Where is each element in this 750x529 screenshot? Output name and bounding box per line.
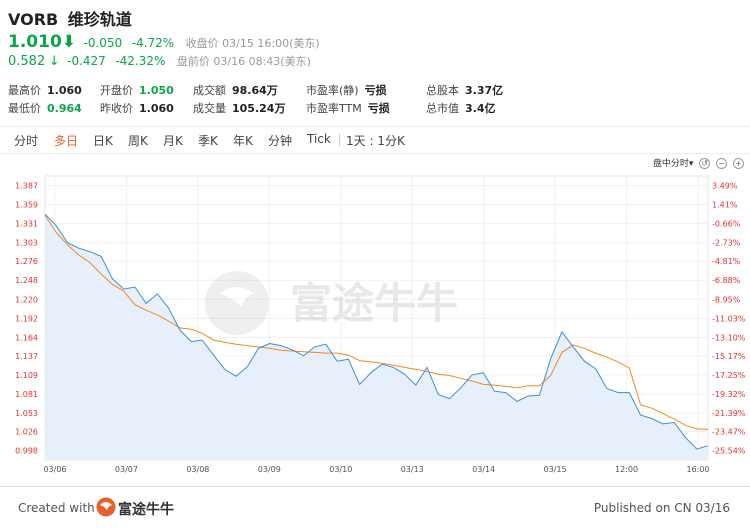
y-pct-tick-label: -21.39% — [712, 409, 746, 418]
x-axis: 03/06 03/07 03/08 03/09 03/10 03/13 03/14 03/15… — [43, 465, 709, 474]
y-tick-label: 1.220 — [15, 295, 38, 304]
x-tick-label: 03/13 — [401, 465, 424, 474]
y-pct-tick-label: -11.03% — [712, 314, 746, 323]
y-axis-right: 3.49% 1.41% -0.66% -2.73% -4.81% -6.88% -8.95%… — [712, 182, 746, 456]
y-pct-tick-label: -6.88% — [712, 276, 741, 285]
tab-weekly-k[interactable]: 周K — [128, 132, 148, 149]
stat-high: 最高价 1.060 — [8, 84, 82, 97]
stat-total-shares: 总股本 3.37亿 — [426, 84, 504, 97]
close-price-row: 1.010⬇ -0.050 -4.72% 收盘价 03/15 16:00(美东) — [8, 32, 320, 52]
tab-intraday[interactable]: 分时 — [14, 132, 38, 149]
tab-monthly-k[interactable]: 月K — [163, 132, 183, 149]
footer: Created with 富途牛牛 Published on CN 03/16 — [0, 486, 750, 529]
y-tick-label: 1.137 — [15, 352, 38, 361]
y-pct-tick-label: 1.41% — [712, 201, 738, 210]
chart-period-tabs: 分时 多日 日K 周K 月K 季K 年K 分钟 Tick 1天 : 1分K — [0, 126, 750, 154]
tab-multi-day[interactable]: 多日 — [54, 132, 78, 149]
y-tick-label: 1.248 — [15, 276, 38, 285]
pre-price: 0.582 — [8, 54, 46, 69]
y-pct-tick-label: -15.17% — [712, 352, 746, 361]
watermark-logo-icon — [205, 271, 269, 335]
y-pct-tick-label: -13.10% — [712, 333, 746, 342]
stat-open: 开盘价 1.050 — [100, 84, 174, 97]
x-tick-label: 03/06 — [43, 465, 66, 474]
footer-brand: 富途牛牛 — [118, 502, 174, 518]
stat-market-cap: 总市值 3.4亿 — [426, 102, 496, 115]
y-tick-label: 1.192 — [15, 314, 38, 323]
y-tick-label: 0.998 — [15, 446, 38, 455]
stat-prev-close: 昨收价 1.060 — [100, 102, 174, 115]
x-tick-label: 03/10 — [329, 465, 352, 474]
y-pct-tick-label: 3.49% — [712, 182, 738, 191]
published-label: Published on CN 03/16 — [593, 501, 730, 515]
pre-change: -0.427 — [67, 54, 106, 68]
tab-tick[interactable]: Tick — [307, 132, 331, 146]
y-pct-tick-label: -2.73% — [712, 239, 741, 248]
stat-pe-ttm: 市盈率TTM 亏损 — [306, 102, 390, 115]
y-tick-label: 1.387 — [15, 182, 38, 191]
created-with-label: Created with — [18, 501, 95, 515]
y-axis-left: 1.387 1.359 1.331 1.303 1.276 1.248 1.220 1.192… — [15, 182, 38, 456]
x-tick-label: 03/07 — [115, 465, 138, 474]
pre-change-pct: -42.32% — [115, 54, 166, 68]
close-price: 1.010 — [8, 32, 62, 52]
stat-turnover: 成交额 98.64万 — [193, 84, 278, 97]
stat-pe-static: 市盈率(静) 亏损 — [306, 84, 387, 97]
x-tick-label: 03/08 — [186, 465, 209, 474]
watermark-text: 富途牛牛 — [290, 279, 458, 328]
stat-low: 最低价 0.964 — [8, 102, 82, 115]
y-tick-label: 1.109 — [15, 371, 38, 380]
pre-price-row: 0.582 ↓ -0.427 -42.32% 盘前价 03/16 08:43(美… — [8, 53, 311, 69]
stock-title: VORB 维珍轨道 — [8, 6, 132, 30]
x-tick-label: 03/14 — [472, 465, 495, 474]
y-pct-tick-label: -17.25% — [712, 371, 746, 380]
ticker: VORB — [8, 10, 59, 29]
y-pct-tick-label: -19.32% — [712, 390, 746, 399]
company-name: 维珍轨道 — [67, 10, 132, 29]
futu-logo-icon — [96, 497, 116, 521]
x-tick-label: 16:00 — [686, 465, 709, 474]
y-pct-tick-label: -23.47% — [712, 427, 746, 436]
close-change-pct: -4.72% — [131, 36, 175, 50]
close-change: -0.050 — [83, 36, 123, 50]
y-tick-label: 1.276 — [15, 257, 38, 266]
pre-down-arrow-icon: ↓ — [48, 54, 60, 69]
y-tick-label: 1.081 — [15, 390, 38, 399]
y-tick-label: 1.164 — [15, 333, 38, 342]
tab-daily-k[interactable]: 日K — [93, 132, 113, 149]
y-pct-tick-label: -8.95% — [712, 295, 741, 304]
down-arrow-icon: ⬇ — [61, 32, 77, 52]
y-pct-tick-label: -4.81% — [712, 257, 741, 266]
close-label: 收盘价 03/15 16:00(美东) — [185, 37, 320, 50]
stat-volume: 成交量 105.24万 — [193, 102, 286, 115]
y-tick-label: 1.303 — [15, 239, 38, 248]
price-chart[interactable]: 富途牛牛 1.387 1.359 1.331 1.303 1.276 1.248 1.220… — [0, 168, 750, 486]
x-tick-label: 12:00 — [615, 465, 638, 474]
x-tick-label: 03/15 — [544, 465, 567, 474]
tab-1day-1min[interactable]: 1天 : 1分K — [346, 132, 405, 149]
tab-divider — [339, 134, 340, 146]
tab-quarterly-k[interactable]: 季K — [198, 132, 218, 149]
tab-yearly-k[interactable]: 年K — [233, 132, 253, 149]
watermark: 富途牛牛 — [205, 271, 458, 335]
tab-minute[interactable]: 分钟 — [268, 132, 292, 149]
y-tick-label: 1.026 — [15, 427, 38, 436]
pre-label: 盘前价 03/16 08:43(美东) — [176, 55, 311, 68]
x-tick-label: 03/09 — [258, 465, 281, 474]
y-tick-label: 1.331 — [15, 220, 38, 229]
y-pct-tick-label: -0.66% — [712, 220, 741, 229]
y-tick-label: 1.359 — [15, 201, 38, 210]
y-tick-label: 1.053 — [15, 409, 38, 418]
y-pct-tick-label: -25.54% — [712, 446, 746, 455]
